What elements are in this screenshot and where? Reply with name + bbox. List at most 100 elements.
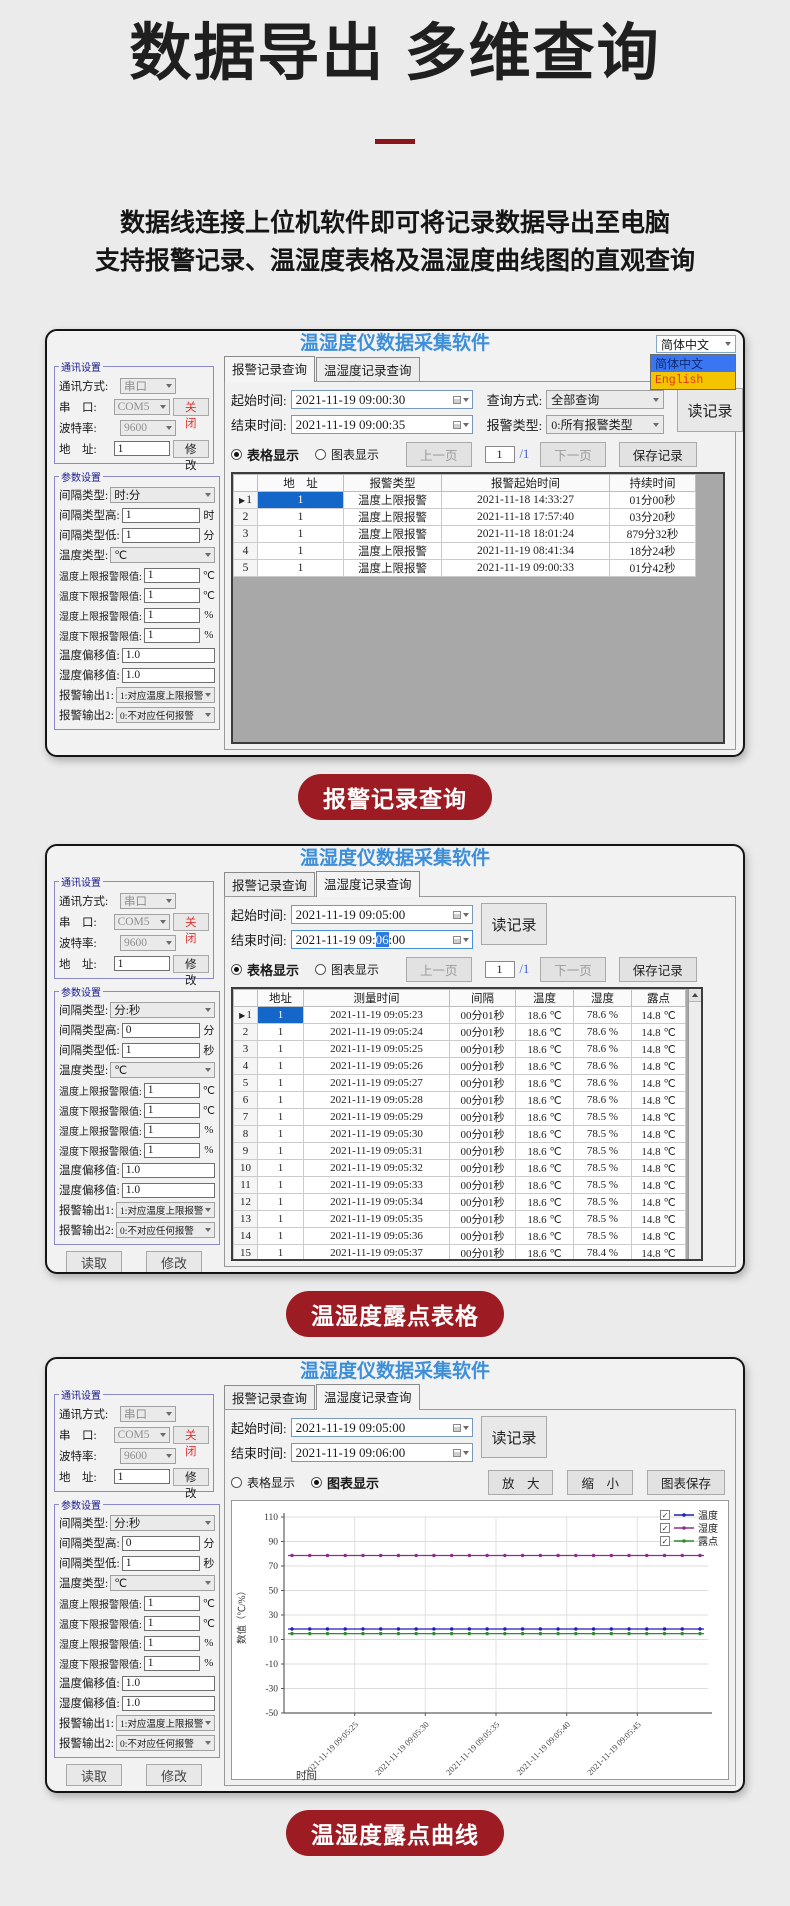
next-page-button[interactable]: 下一页 [540,957,606,982]
write-params-button[interactable]: 修改 [146,1251,202,1273]
param-input-6[interactable]: 1 [144,1636,201,1651]
table-row[interactable]: 1212021-11-19 09:05:3400分01秒18.6 ℃78.5 %… [234,1194,686,1211]
param-input-4[interactable]: 1 [144,1083,201,1098]
param-input-8[interactable]: 1.0 [122,1163,216,1178]
param-input-7[interactable]: 1 [144,628,201,643]
table-row[interactable]: 1112021-11-19 09:05:3300分01秒18.6 ℃78.5 %… [234,1177,686,1194]
page-number-input[interactable]: 1 [485,446,515,463]
param-input-5[interactable]: 1 [144,1103,201,1118]
table-row[interactable]: 21温度上限报警2021-11-18 17:57:4003分20秒 [234,509,696,526]
start-time-input[interactable]: 2021-11-19 09:00:30 [291,390,473,409]
comm-select-0[interactable]: 串口 [120,893,176,909]
comm-select-0[interactable]: 串口 [120,378,176,394]
tab-record-query[interactable]: 温湿度记录查询 [316,357,420,381]
end-time-input[interactable]: 2021-11-19 09:00:35 [291,415,473,434]
param-input-2[interactable]: 1 [122,528,201,543]
param-input-7[interactable]: 1 [144,1656,201,1671]
table-row[interactable]: 31温度上限报警2021-11-18 18:01:24879分32秒 [234,526,696,543]
param-input-8[interactable]: 1.0 [122,648,216,663]
param-input-9[interactable]: 1.0 [122,668,216,683]
language-option-english[interactable]: English [651,372,735,389]
param-select-10[interactable]: 1:对应温度上限报警 [116,1715,215,1731]
save-chart-button[interactable]: 图表保存 [647,1470,725,1495]
table-display-radio[interactable] [231,1477,242,1488]
param-input-6[interactable]: 1 [144,1123,201,1138]
modify-address-button[interactable]: 修改 [173,955,209,973]
write-params-button[interactable]: 修改 [146,1764,202,1786]
chart-display-radio[interactable] [315,964,326,975]
address-input[interactable]: 1 [114,956,170,971]
param-input-9[interactable]: 1.0 [122,1183,216,1198]
prev-page-button[interactable]: 上一页 [406,957,472,982]
table-row[interactable]: 1012021-11-19 09:05:3200分01秒18.6 ℃78.5 %… [234,1160,686,1177]
read-params-button[interactable]: 读取 [66,1764,122,1786]
param-select-11[interactable]: 0:不对应任何报警 [116,1735,215,1751]
start-time-input[interactable]: 2021-11-19 09:05:00 [291,1418,473,1437]
param-select-11[interactable]: 0:不对应任何报警 [116,1222,215,1238]
chart-display-radio[interactable] [311,1477,322,1488]
query-mode-select[interactable]: 全部查询 [546,390,664,409]
next-page-button[interactable]: 下一页 [540,442,606,467]
param-select-10[interactable]: 1:对应温度上限报警 [116,1202,215,1218]
param-input-6[interactable]: 1 [144,608,201,623]
param-select-11[interactable]: 0:不对应任何报警 [116,707,215,723]
read-records-button[interactable]: 读记录 [677,388,743,432]
scroll-up-button[interactable] [689,989,701,1002]
table-row[interactable]: 212021-11-19 09:05:2400分01秒18.6 ℃78.6 %1… [234,1024,686,1041]
table-row[interactable]: 51温度上限报警2021-11-19 09:00:3301分42秒 [234,560,696,577]
table-row[interactable]: 912021-11-19 09:05:3100分01秒18.6 ℃78.5 %1… [234,1143,686,1160]
table-row[interactable]: 812021-11-19 09:05:3000分01秒18.6 ℃78.5 %1… [234,1126,686,1143]
language-select[interactable]: 简体中文 [656,335,736,353]
param-input-4[interactable]: 1 [144,568,201,583]
table-display-radio[interactable] [231,449,242,460]
param-select-0[interactable]: 分:秒 [110,1002,215,1018]
table-row[interactable]: 512021-11-19 09:05:2700分01秒18.6 ℃78.6 %1… [234,1075,686,1092]
save-records-button[interactable]: 保存记录 [619,957,697,982]
end-time-input[interactable]: 2021-11-19 09:06:00 [291,930,473,949]
vertical-scrollbar[interactable] [688,989,701,1259]
param-input-7[interactable]: 1 [144,1143,201,1158]
comm-select-1[interactable]: COM5 [114,1427,170,1443]
comm-select-2[interactable]: 9600 [120,935,176,951]
legend-checkbox[interactable]: ✓ [660,1510,670,1520]
save-records-button[interactable]: 保存记录 [619,442,697,467]
param-input-1[interactable]: 1 [122,508,201,523]
read-params-button[interactable]: 读取 [66,1251,122,1273]
read-records-button[interactable]: 读记录 [481,1416,547,1458]
page-number-input[interactable]: 1 [485,961,515,978]
tab-record-query[interactable]: 温湿度记录查询 [316,1384,420,1410]
table-row[interactable]: 412021-11-19 09:05:2600分01秒18.6 ℃78.6 %1… [234,1058,686,1075]
modify-address-button[interactable]: 修改 [173,440,209,458]
table-row[interactable]: 1412021-11-19 09:05:3600分01秒18.6 ℃78.5 %… [234,1228,686,1245]
modify-address-button[interactable]: 修改 [173,1468,209,1486]
table-row[interactable]: 1312021-11-19 09:05:3500分01秒18.6 ℃78.5 %… [234,1211,686,1228]
read-records-button[interactable]: 读记录 [481,903,547,945]
param-input-5[interactable]: 1 [144,1616,201,1631]
param-select-3[interactable]: ℃ [110,1062,215,1078]
close-port-button[interactable]: 关闭 [173,398,209,416]
table-row[interactable]: ▶112021-11-19 09:05:2300分01秒18.6 ℃78.6 %… [234,1007,686,1024]
param-select-3[interactable]: ℃ [110,547,215,563]
tab-alarm-query[interactable]: 报警记录查询 [224,356,315,382]
chart-display-radio[interactable] [315,449,326,460]
start-time-input[interactable]: 2021-11-19 09:05:00 [291,905,473,924]
address-input[interactable]: 1 [114,1469,170,1484]
param-input-5[interactable]: 1 [144,588,201,603]
close-port-button[interactable]: 关闭 [173,913,209,931]
table-row[interactable]: ▶11温度上限报警2021-11-18 14:33:2701分00秒 [234,492,696,509]
table-display-radio[interactable] [231,964,242,975]
param-input-1[interactable]: 0 [122,1023,201,1038]
zoom-out-button[interactable]: 缩 小 [567,1470,633,1495]
table-row[interactable]: 1512021-11-19 09:05:3700分01秒18.6 ℃78.4 %… [234,1245,686,1262]
param-input-2[interactable]: 1 [122,1556,201,1571]
table-row[interactable]: 312021-11-19 09:05:2500分01秒18.6 ℃78.6 %1… [234,1041,686,1058]
close-port-button[interactable]: 关闭 [173,1426,209,1444]
comm-select-0[interactable]: 串口 [120,1406,176,1422]
prev-page-button[interactable]: 上一页 [406,442,472,467]
tab-alarm-query[interactable]: 报警记录查询 [224,872,315,896]
param-input-2[interactable]: 1 [122,1043,201,1058]
legend-checkbox[interactable]: ✓ [660,1523,670,1533]
tab-record-query[interactable]: 温湿度记录查询 [316,871,420,897]
comm-select-1[interactable]: COM5 [114,914,170,930]
address-input[interactable]: 1 [114,441,170,456]
